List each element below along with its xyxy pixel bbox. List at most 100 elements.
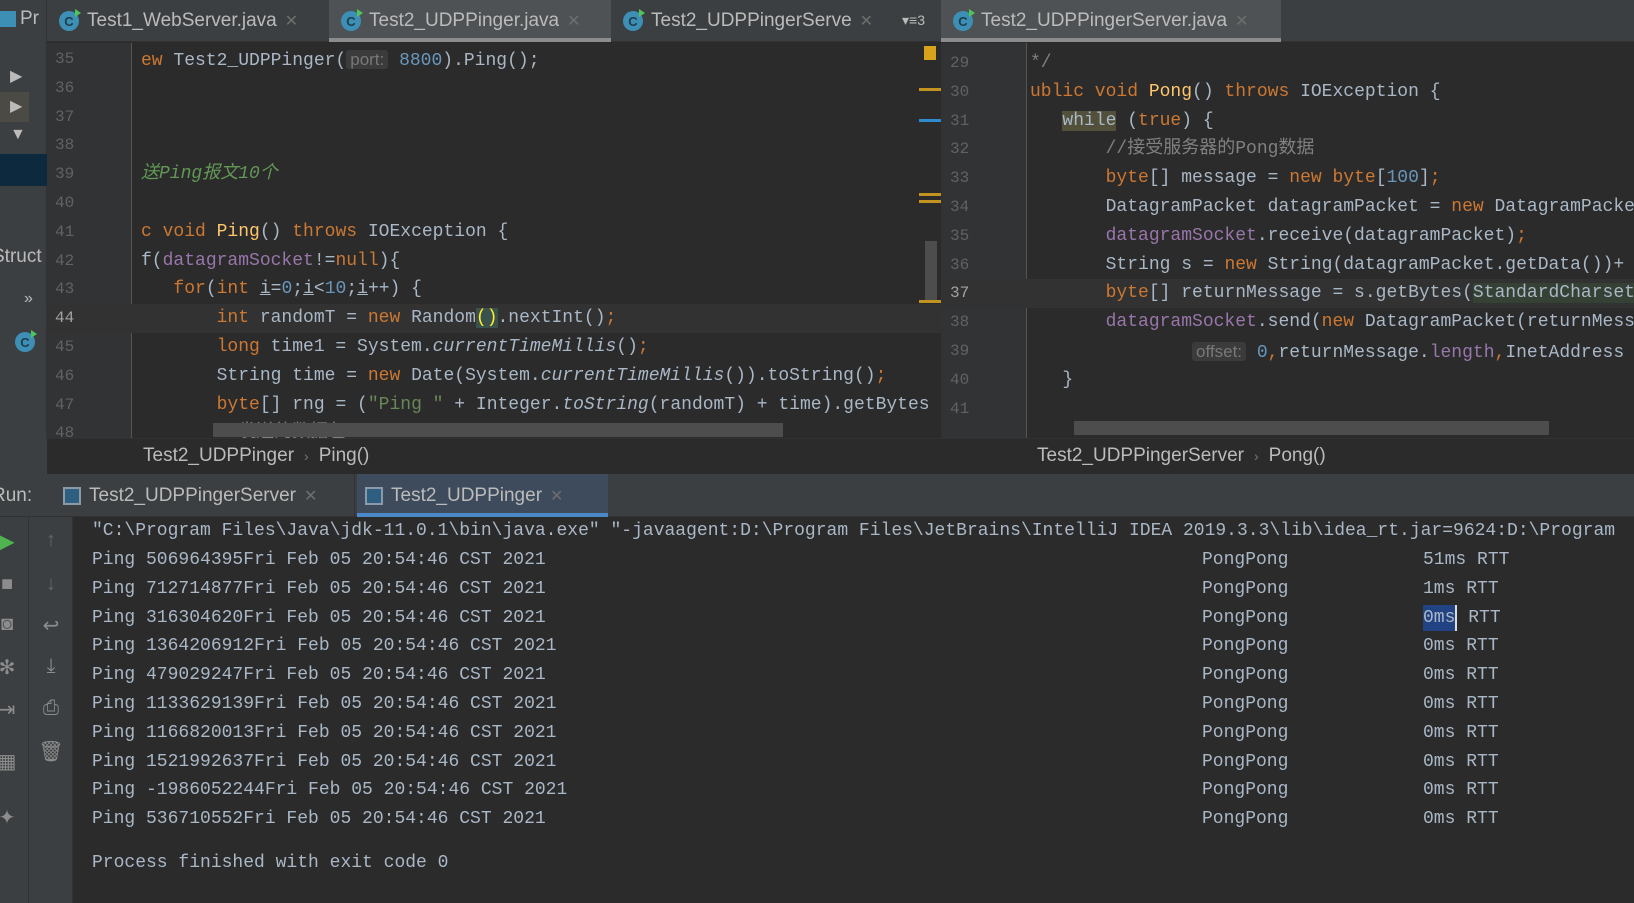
error-stripe-marker	[919, 193, 941, 196]
run-tab-pinger[interactable]: Test2_UDPPinger ✕	[357, 474, 608, 517]
code-token: ;	[637, 337, 649, 357]
code-token: Random	[411, 308, 476, 329]
right-editor-tabs: C Test2_UDPPingerServer.java ✕	[941, 0, 1634, 42]
stop-icon[interactable]: ■	[0, 573, 22, 596]
editor-tab[interactable]: C Test2_UDPPingerServer.java ✕	[941, 0, 1281, 42]
breadcrumb-class[interactable]: Test2_UDPPinger	[143, 445, 294, 467]
horizontal-scrollbar[interactable]	[1074, 421, 1549, 435]
close-icon[interactable]: ✕	[550, 486, 563, 506]
breadcrumb-method[interactable]: Pong()	[1269, 445, 1326, 467]
arrow-down-icon[interactable]: ↓	[36, 573, 66, 596]
tab-label: Test2_UDPPingerServe	[651, 10, 852, 31]
console-pong-text: PongPong	[1202, 751, 1289, 772]
run-icon[interactable]: ▶	[0, 529, 22, 554]
arrow-up-icon[interactable]: ↑	[36, 529, 66, 552]
project-side-panel: Pr ▶ ▶ ▼ Struct » C	[0, 0, 47, 438]
console-ping-line: Ping 536710552Fri Feb 05 20:54:46 CST 20…	[92, 809, 546, 830]
console-rtt-value: 0ms RTT	[1423, 748, 1499, 777]
expand-arrow-icon[interactable]: ▶	[0, 92, 29, 122]
close-icon[interactable]: ✕	[567, 11, 580, 31]
rtt-ms: 1ms	[1423, 578, 1456, 599]
console-rtt-value: 0ms RTT	[1423, 805, 1499, 834]
print-icon[interactable]: ⎙	[36, 697, 66, 720]
code-token: for	[141, 279, 206, 300]
layout-icon[interactable]: ▦	[0, 749, 22, 774]
code-token: String time =	[141, 365, 368, 386]
console-rtt-value: 0ms RTT	[1423, 661, 1499, 690]
structure-tool-tab[interactable]: Struct	[0, 246, 42, 268]
console-ping-line: Ping 1133629139Fri Feb 05 20:54:46 CST 2…	[92, 694, 557, 714]
more-icon[interactable]: »	[24, 290, 33, 308]
console-output[interactable]: "C:\Program Files\Java\jdk-11.0.1\bin\ja…	[73, 517, 1634, 903]
console-left-toolbar: ▶ ■ ◙ ✻ ⇥ ▦ ✦	[0, 517, 29, 903]
left-breadcrumb: Test2_UDPPinger › Ping()	[47, 438, 941, 472]
code-token: Test2_UDPPinger(	[173, 51, 347, 71]
code-token: new	[1451, 197, 1495, 217]
code-token: long	[141, 337, 271, 357]
breadcrumb-method[interactable]: Ping()	[319, 445, 370, 467]
line-number: 35	[55, 50, 75, 68]
pin-icon[interactable]: ✦	[0, 805, 22, 830]
close-icon[interactable]: ✕	[285, 11, 298, 31]
rtt-label: RTT	[1466, 578, 1499, 599]
code-line: 32 //接受服务器的Pong数据	[942, 135, 1634, 164]
line-number: 36	[55, 78, 75, 97]
code-token: [	[1375, 168, 1387, 189]
code-token: new	[367, 308, 412, 329]
code-token: Pong	[1148, 81, 1193, 102]
right-editor[interactable]: 29 */ 30 ublic void Pong() throws IOExcepti…	[941, 43, 1634, 438]
code-line: 47 byte[] rng = ("Ping " + Integer.toStr…	[47, 391, 941, 420]
rtt-label: RTT	[1466, 665, 1499, 686]
code-token: i	[303, 279, 314, 300]
tab-overflow-button[interactable]: ▾≡3	[902, 12, 925, 29]
breadcrumb-separator-icon: ›	[1253, 447, 1259, 464]
code-token: toString	[562, 394, 649, 415]
soft-wrap-icon[interactable]: ↩	[36, 613, 66, 638]
editor-tab[interactable]: C Test1_WebServer.java ✕	[47, 0, 329, 42]
line-number: 29	[950, 54, 970, 72]
code-line: 37	[47, 103, 941, 132]
line-number: 41	[55, 222, 75, 241]
code-text: long time1 = System.currentTimeMillis();	[141, 333, 649, 362]
close-icon[interactable]: ✕	[1235, 11, 1248, 31]
code-token: .send(	[1256, 312, 1322, 333]
code-line: 37 byte[] returnMessage = s.getBytes(Sta…	[942, 279, 1634, 309]
console-ping-line: Ping 1364206912Fri Feb 05 20:54:46 CST 2…	[92, 636, 557, 657]
code-token: offset:	[1192, 342, 1247, 361]
code-token: DatagramPacket datagramPacket =	[1030, 197, 1452, 217]
editor-tab[interactable]: C Test2_UDPPinger.java ✕	[329, 0, 611, 42]
selected-tree-row[interactable]	[0, 154, 47, 186]
line-number: 38	[950, 313, 970, 332]
camera-icon[interactable]: ◙	[0, 613, 22, 636]
code-text: //接受服务器的Pong数据	[1030, 135, 1315, 164]
close-icon[interactable]: ✕	[860, 11, 873, 31]
code-line: 43 for(int i=0;i<10;i++) {	[47, 275, 941, 304]
right-breadcrumb: Test2_UDPPingerServer › Pong()	[941, 438, 1634, 472]
expand-arrow-icon[interactable]: ▶	[10, 66, 22, 86]
left-editor[interactable]: 35 ew Test2_UDPPinger(port: 8800).Ping();…	[47, 43, 941, 438]
code-token: ;	[875, 365, 887, 386]
trash-icon[interactable]: 🗑	[36, 739, 66, 764]
console-pong-text: PongPong	[1202, 550, 1289, 570]
console-rtt-value: 0ms RTT	[1423, 604, 1501, 633]
code-token: String(datagramPacket.getData())+	[1267, 254, 1625, 275]
vertical-scrollbar[interactable]	[925, 241, 937, 303]
run-tab-server[interactable]: Test2_UDPPingerServer ✕	[55, 474, 355, 517]
settings-icon[interactable]: ✻	[0, 655, 22, 680]
scroll-to-end-icon[interactable]: ⤓	[36, 655, 66, 678]
breadcrumb-separator-icon: ›	[304, 447, 309, 464]
code-token: */	[1030, 53, 1052, 73]
collapse-arrow-icon[interactable]: ▼	[10, 126, 26, 144]
console-pong-text: PongPong	[1202, 780, 1289, 801]
code-token: ;	[1516, 225, 1527, 246]
login-icon[interactable]: ⇥	[0, 697, 22, 722]
code-token: 10	[324, 279, 347, 300]
breadcrumb-class[interactable]: Test2_UDPPingerServer	[1037, 445, 1244, 467]
code-token: null	[335, 250, 379, 271]
code-token: 0	[1246, 343, 1268, 363]
project-tool-tab[interactable]: Pr	[0, 8, 39, 30]
close-icon[interactable]: ✕	[304, 486, 317, 506]
horizontal-scrollbar[interactable]	[213, 423, 783, 437]
editor-tab[interactable]: C Test2_UDPPingerServe ✕	[611, 0, 893, 42]
